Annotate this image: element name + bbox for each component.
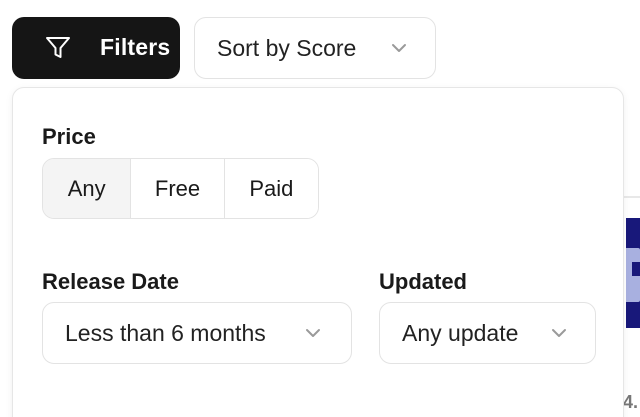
price-option-free[interactable]: Free bbox=[131, 159, 225, 218]
chevron-down-icon bbox=[392, 44, 406, 52]
price-segmented-control: Any Free Paid bbox=[42, 158, 319, 219]
filter-panel: Price Any Free Paid Release Date Less th… bbox=[12, 87, 624, 417]
updated-label: Updated bbox=[379, 269, 467, 294]
background-thumbnail bbox=[626, 218, 640, 328]
release-date-select[interactable]: Less than 6 months bbox=[42, 302, 352, 364]
price-option-any[interactable]: Any bbox=[43, 159, 132, 218]
chevron-down-icon bbox=[552, 329, 566, 337]
updated-value: Any update bbox=[402, 320, 519, 346]
updated-select[interactable]: Any update bbox=[379, 302, 596, 364]
chevron-down-icon bbox=[306, 329, 320, 337]
filters-button[interactable]: Filters bbox=[12, 17, 180, 79]
sort-dropdown[interactable]: Sort by Score bbox=[194, 17, 436, 79]
background-thumbnail-notch bbox=[632, 262, 640, 276]
price-label: Price bbox=[42, 124, 96, 149]
background-partial-text: 4. bbox=[623, 392, 639, 412]
sort-dropdown-label: Sort by Score bbox=[217, 35, 357, 61]
release-date-label: Release Date bbox=[42, 269, 179, 294]
filters-button-label: Filters bbox=[100, 34, 171, 60]
price-option-paid[interactable]: Paid bbox=[224, 159, 318, 218]
release-date-value: Less than 6 months bbox=[65, 320, 266, 346]
filter-funnel-icon bbox=[46, 37, 70, 58]
